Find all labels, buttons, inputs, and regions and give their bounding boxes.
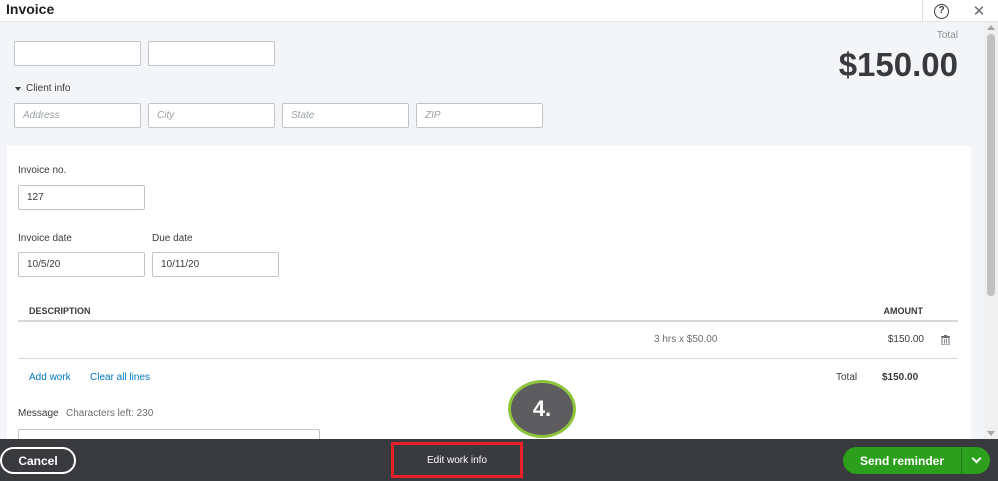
send-reminder-group: Send reminder (843, 447, 990, 474)
amount-column-header: AMOUNT (883, 306, 924, 316)
subtotal-amount: $150.00 (882, 372, 919, 383)
invoice-number-label: Invoice no. (18, 165, 67, 176)
send-reminder-button[interactable]: Send reminder (843, 447, 961, 474)
total-label: Total (936, 30, 958, 41)
subtotal-label: Total (836, 372, 858, 383)
zip-input[interactable] (416, 103, 543, 128)
row-rate-detail: 3 hrs x $50.00 (654, 334, 718, 345)
row-amount: $150.00 (887, 334, 924, 345)
invoice-date-label: Invoice date (18, 233, 72, 244)
city-input[interactable] (148, 103, 275, 128)
vertical-scrollbar[interactable] (984, 22, 998, 439)
invoice-date-input[interactable] (18, 252, 145, 277)
step-number-badge: 4. (508, 380, 576, 438)
invoice-details-card (7, 146, 971, 446)
title-bar: Invoice ? ✕ (0, 0, 998, 22)
clear-all-lines-link[interactable]: Clear all lines (90, 372, 150, 383)
client-info-toggle[interactable]: Client info (15, 83, 70, 94)
due-date-input[interactable] (152, 252, 279, 277)
invoice-number-input[interactable] (18, 185, 145, 210)
add-work-link[interactable]: Add work (29, 372, 71, 383)
description-column-header: DESCRIPTION (29, 306, 91, 316)
customer-field-2[interactable] (148, 41, 275, 66)
message-label: Message (18, 408, 59, 419)
close-icon: ✕ (972, 3, 986, 20)
total-amount: $150.00 (838, 46, 958, 83)
cancel-button[interactable]: Cancel (0, 447, 76, 474)
table-row[interactable]: 3 hrs x $50.00 $150.00 (18, 322, 958, 359)
close-button[interactable]: ✕ (962, 0, 996, 22)
customer-field-1[interactable] (14, 41, 141, 66)
chevron-down-icon (971, 453, 981, 464)
state-input[interactable] (282, 103, 409, 128)
trash-icon[interactable] (941, 335, 950, 345)
send-options-dropdown[interactable] (961, 447, 990, 474)
edit-work-info-button[interactable]: Edit work info (391, 442, 523, 478)
page-title: Invoice (6, 1, 55, 17)
scroll-down-arrow-icon[interactable] (987, 431, 995, 436)
client-info-label: Client info (26, 83, 71, 94)
question-circle-icon: ? (934, 3, 949, 19)
scroll-up-arrow-icon[interactable] (987, 25, 995, 30)
due-date-label: Due date (152, 233, 193, 244)
characters-left: Characters left: 230 (66, 408, 154, 419)
footer-bar: Cancel Edit work info Send reminder (0, 439, 998, 481)
caret-down-icon (15, 86, 21, 91)
line-items-header: DESCRIPTION AMOUNT (18, 302, 958, 322)
address-input[interactable] (14, 103, 141, 128)
scroll-thumb[interactable] (987, 34, 995, 296)
help-button[interactable]: ? (922, 0, 960, 22)
